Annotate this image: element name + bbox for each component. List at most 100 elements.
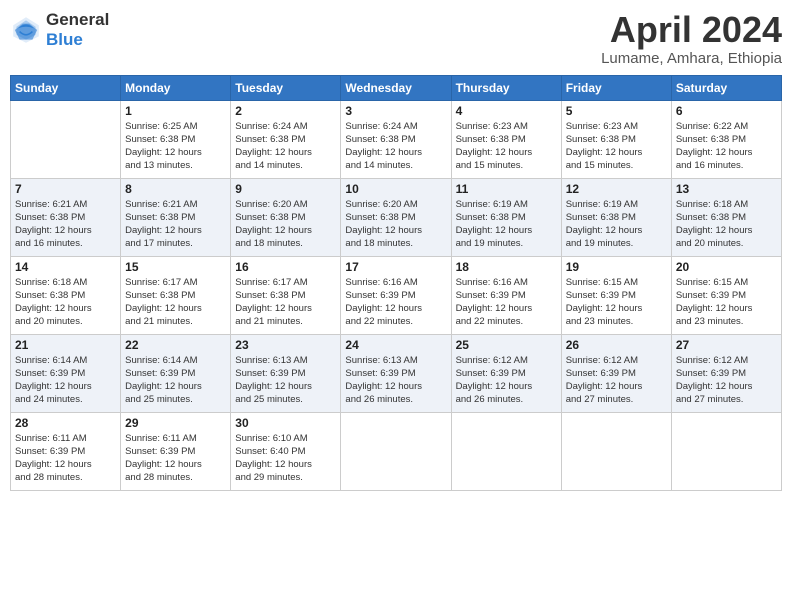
day-info: Sunrise: 6:15 AMSunset: 6:39 PMDaylight:… (566, 276, 667, 329)
calendar-week-2: 7 Sunrise: 6:21 AMSunset: 6:38 PMDaylight… (11, 178, 782, 256)
page: General Blue April 2024 Lumame, Amhara, … (0, 0, 792, 612)
calendar-cell: 26Sunrise: 6:12 AMSunset: 6:39 PMDayligh… (561, 334, 671, 412)
calendar-cell: 11 Sunrise: 6:19 AMSunset: 6:38 PMDayligh… (451, 178, 561, 256)
calendar-cell: 10Sunrise: 6:20 AMSunset: 6:38 PMDayligh… (341, 178, 451, 256)
calendar-cell: 18 Sunrise: 6:16 AMSunset: 6:39 PMDayligh… (451, 256, 561, 334)
day-info: Sunrise: 6:13 AMSunset: 6:39 PMDaylight:… (235, 354, 336, 407)
day-number: 24 (345, 338, 446, 352)
logo-general: General (46, 10, 109, 30)
day-number: 1 (125, 104, 226, 118)
calendar-cell: 13 Sunrise: 6:18 AMSunset: 6:38 PMDayligh… (671, 178, 781, 256)
calendar-week-1: 1Sunrise: 6:25 AMSunset: 6:38 PMDaylight… (11, 100, 782, 178)
calendar-cell: 14Sunrise: 6:18 AMSunset: 6:38 PMDayligh… (11, 256, 121, 334)
calendar-cell: 19 Sunrise: 6:15 AMSunset: 6:39 PMDayligh… (561, 256, 671, 334)
day-info: Sunrise: 6:12 AMSunset: 6:39 PMDaylight:… (676, 354, 777, 407)
day-number: 20 (676, 260, 777, 274)
calendar-cell (561, 412, 671, 490)
calendar-cell (11, 100, 121, 178)
day-number: 10 (345, 182, 446, 196)
calendar-cell: 16Sunrise: 6:17 AMSunset: 6:38 PMDayligh… (231, 256, 341, 334)
calendar-cell: 22Sunrise: 6:14 AMSunset: 6:39 PMDayligh… (121, 334, 231, 412)
calendar-cell: 20 Sunrise: 6:15 AMSunset: 6:39 PMDayligh… (671, 256, 781, 334)
day-number: 7 (15, 182, 116, 196)
calendar-cell: 23Sunrise: 6:13 AMSunset: 6:39 PMDayligh… (231, 334, 341, 412)
calendar-cell (451, 412, 561, 490)
day-info: Sunrise: 6:24 AMSunset: 6:38 PMDaylight:… (345, 120, 446, 173)
day-info: Sunrise: 6:20 AMSunset: 6:38 PMDaylight:… (235, 198, 336, 251)
day-info: Sunrise: 6:19 AMSunset: 6:38 PMDaylight:… (456, 198, 557, 251)
weekday-wednesday: Wednesday (341, 75, 451, 100)
calendar-cell: 1Sunrise: 6:25 AMSunset: 6:38 PMDaylight… (121, 100, 231, 178)
calendar-table: SundayMondayTuesdayWednesdayThursdayFrid… (10, 75, 782, 491)
weekday-header-row: SundayMondayTuesdayWednesdayThursdayFrid… (11, 75, 782, 100)
month-title: April 2024 (601, 10, 782, 50)
day-number: 30 (235, 416, 336, 430)
header: General Blue April 2024 Lumame, Amhara, … (10, 10, 782, 67)
day-info: Sunrise: 6:23 AMSunset: 6:38 PMDaylight:… (566, 120, 667, 173)
day-info: Sunrise: 6:11 AMSunset: 6:39 PMDaylight:… (125, 432, 226, 485)
calendar-week-4: 21 Sunrise: 6:14 AMSunset: 6:39 PMDayligh… (11, 334, 782, 412)
day-info: Sunrise: 6:18 AMSunset: 6:38 PMDaylight:… (676, 198, 777, 251)
calendar-cell: 21 Sunrise: 6:14 AMSunset: 6:39 PMDayligh… (11, 334, 121, 412)
day-number: 17 (345, 260, 446, 274)
calendar-cell: 27 Sunrise: 6:12 AMSunset: 6:39 PMDayligh… (671, 334, 781, 412)
day-info: Sunrise: 6:12 AMSunset: 6:39 PMDaylight:… (456, 354, 557, 407)
day-info: Sunrise: 6:19 AMSunset: 6:38 PMDaylight:… (566, 198, 667, 251)
calendar-cell (671, 412, 781, 490)
day-number: 14 (15, 260, 116, 274)
day-info: Sunrise: 6:10 AMSunset: 6:40 PMDaylight:… (235, 432, 336, 485)
day-info: Sunrise: 6:14 AMSunset: 6:39 PMDaylight:… (125, 354, 226, 407)
day-number: 6 (676, 104, 777, 118)
calendar-cell: 4Sunrise: 6:23 AMSunset: 6:38 PMDaylight… (451, 100, 561, 178)
calendar-cell: 30 Sunrise: 6:10 AMSunset: 6:40 PMDayligh… (231, 412, 341, 490)
calendar-week-5: 28 Sunrise: 6:11 AMSunset: 6:39 PMDayligh… (11, 412, 782, 490)
calendar-cell: 8 Sunrise: 6:21 AMSunset: 6:38 PMDaylight… (121, 178, 231, 256)
day-number: 13 (676, 182, 777, 196)
calendar-cell: 28 Sunrise: 6:11 AMSunset: 6:39 PMDayligh… (11, 412, 121, 490)
day-number: 18 (456, 260, 557, 274)
weekday-saturday: Saturday (671, 75, 781, 100)
day-number: 15 (125, 260, 226, 274)
day-number: 21 (15, 338, 116, 352)
day-number: 8 (125, 182, 226, 196)
day-info: Sunrise: 6:17 AMSunset: 6:38 PMDaylight:… (125, 276, 226, 329)
day-info: Sunrise: 6:24 AMSunset: 6:38 PMDaylight:… (235, 120, 336, 173)
calendar-cell: 9 Sunrise: 6:20 AMSunset: 6:38 PMDaylight… (231, 178, 341, 256)
day-number: 27 (676, 338, 777, 352)
day-number: 16 (235, 260, 336, 274)
day-info: Sunrise: 6:14 AMSunset: 6:39 PMDaylight:… (15, 354, 116, 407)
calendar-cell: 25 Sunrise: 6:12 AMSunset: 6:39 PMDayligh… (451, 334, 561, 412)
calendar-cell: 12 Sunrise: 6:19 AMSunset: 6:38 PMDayligh… (561, 178, 671, 256)
calendar-cell: 2Sunrise: 6:24 AMSunset: 6:38 PMDaylight… (231, 100, 341, 178)
calendar-body: 1Sunrise: 6:25 AMSunset: 6:38 PMDaylight… (11, 100, 782, 490)
day-number: 19 (566, 260, 667, 274)
calendar-cell: 17 Sunrise: 6:16 AMSunset: 6:39 PMDayligh… (341, 256, 451, 334)
calendar-cell: 7 Sunrise: 6:21 AMSunset: 6:38 PMDaylight… (11, 178, 121, 256)
day-number: 25 (456, 338, 557, 352)
weekday-friday: Friday (561, 75, 671, 100)
day-number: 12 (566, 182, 667, 196)
day-info: Sunrise: 6:15 AMSunset: 6:39 PMDaylight:… (676, 276, 777, 329)
logo-text: General Blue (46, 10, 109, 49)
day-number: 26 (566, 338, 667, 352)
calendar-cell (341, 412, 451, 490)
day-number: 28 (15, 416, 116, 430)
day-info: Sunrise: 6:16 AMSunset: 6:39 PMDaylight:… (456, 276, 557, 329)
day-number: 11 (456, 182, 557, 196)
calendar-header: SundayMondayTuesdayWednesdayThursdayFrid… (11, 75, 782, 100)
day-info: Sunrise: 6:13 AMSunset: 6:39 PMDaylight:… (345, 354, 446, 407)
day-info: Sunrise: 6:23 AMSunset: 6:38 PMDaylight:… (456, 120, 557, 173)
day-info: Sunrise: 6:16 AMSunset: 6:39 PMDaylight:… (345, 276, 446, 329)
calendar-cell: 6 Sunrise: 6:22 AMSunset: 6:38 PMDaylight… (671, 100, 781, 178)
weekday-sunday: Sunday (11, 75, 121, 100)
day-number: 9 (235, 182, 336, 196)
day-info: Sunrise: 6:21 AMSunset: 6:38 PMDaylight:… (15, 198, 116, 251)
title-block: April 2024 Lumame, Amhara, Ethiopia (601, 10, 782, 67)
logo-blue: Blue (46, 30, 109, 50)
calendar-cell: 24 Sunrise: 6:13 AMSunset: 6:39 PMDayligh… (341, 334, 451, 412)
day-info: Sunrise: 6:22 AMSunset: 6:38 PMDaylight:… (676, 120, 777, 173)
day-info: Sunrise: 6:21 AMSunset: 6:38 PMDaylight:… (125, 198, 226, 251)
calendar-cell: 3Sunrise: 6:24 AMSunset: 6:38 PMDaylight… (341, 100, 451, 178)
day-info: Sunrise: 6:11 AMSunset: 6:39 PMDaylight:… (15, 432, 116, 485)
weekday-monday: Monday (121, 75, 231, 100)
